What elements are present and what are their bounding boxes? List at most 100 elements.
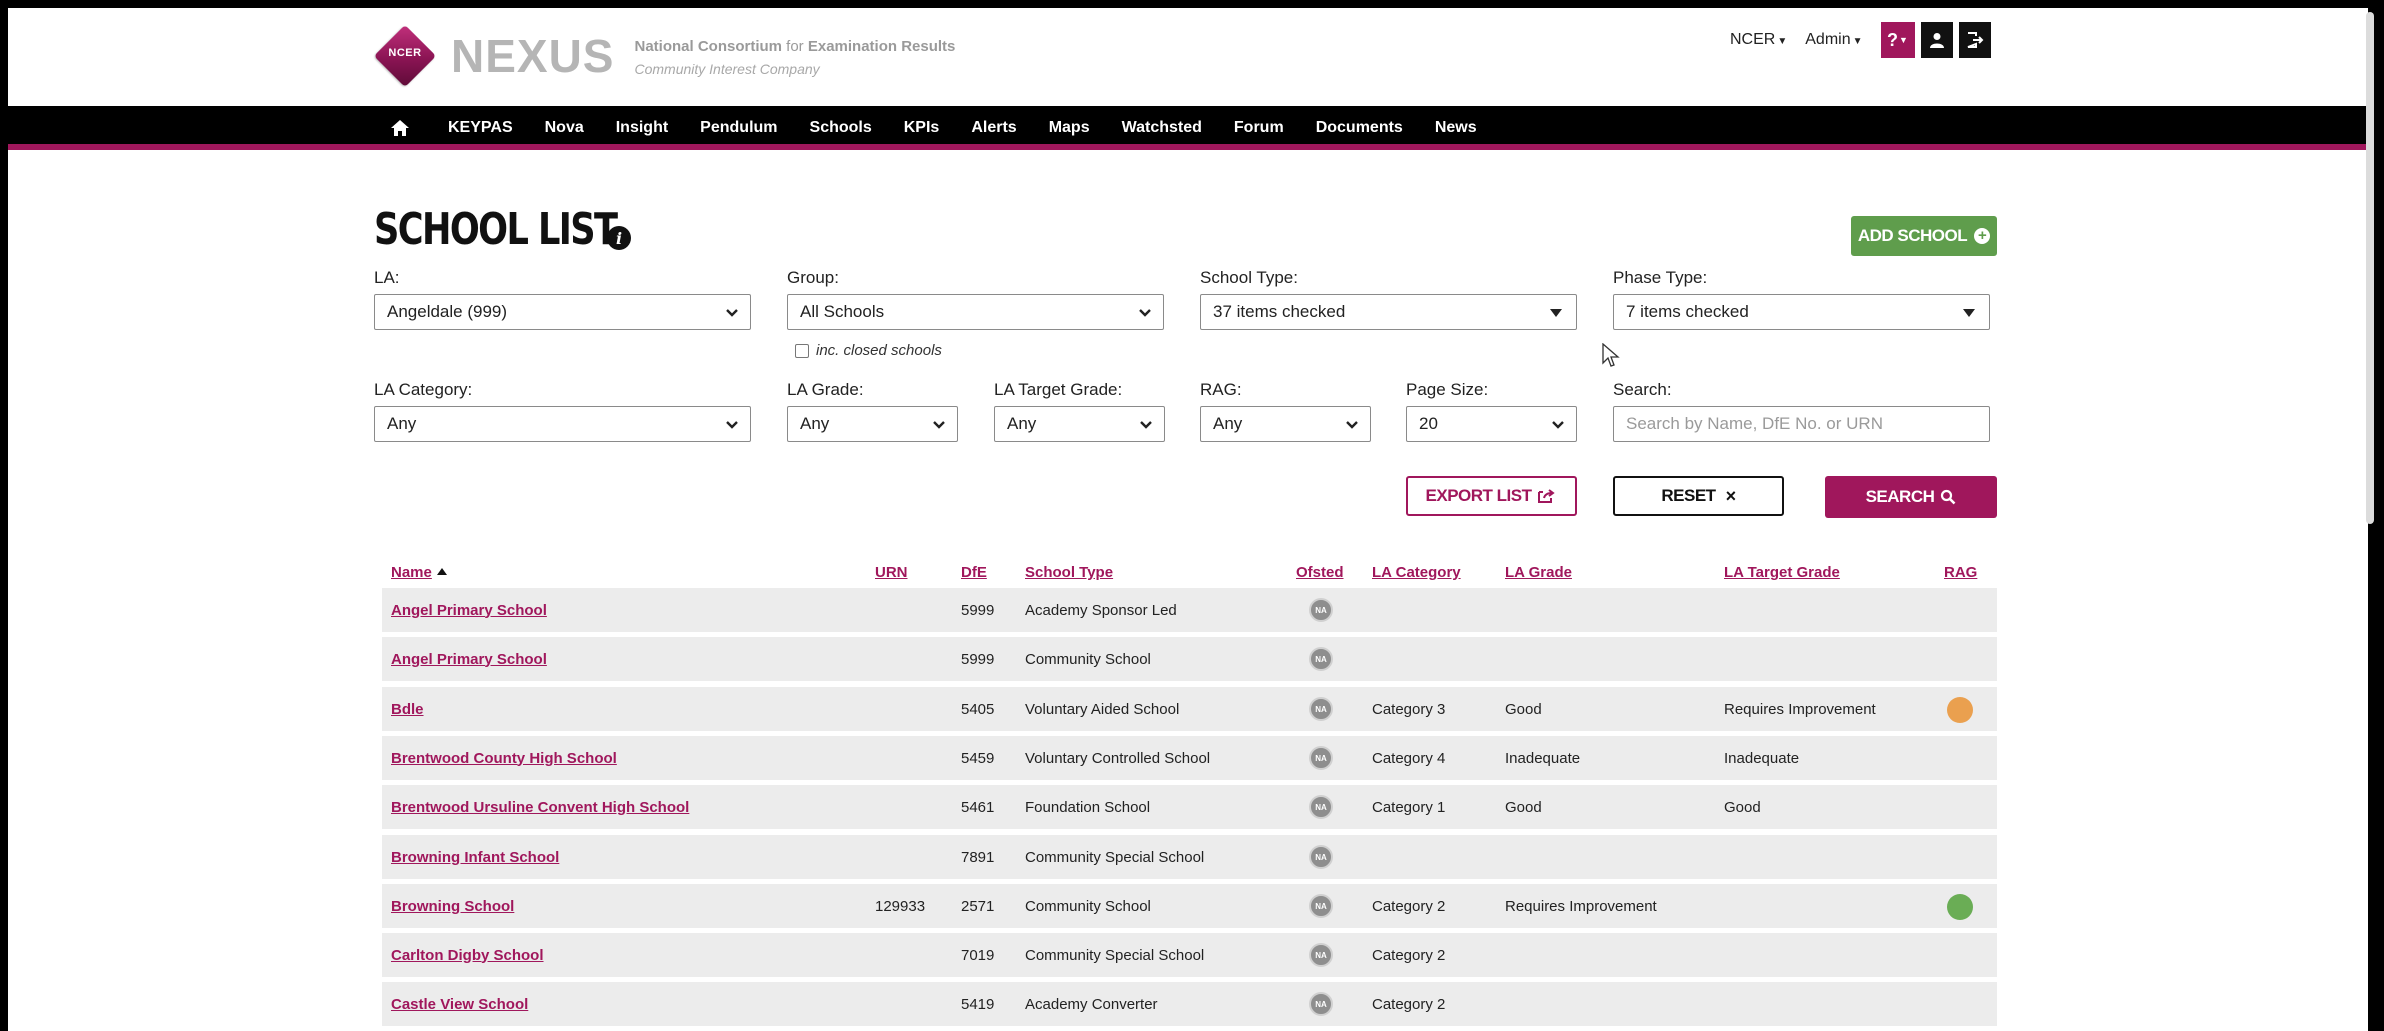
chevron-down-icon bbox=[1346, 421, 1358, 429]
nav-alerts[interactable]: Alerts bbox=[971, 106, 1016, 150]
la-category-cell: Category 1 bbox=[1372, 798, 1446, 816]
la-category-cell: Category 4 bbox=[1372, 749, 1446, 767]
search-button[interactable]: SEARCH bbox=[1825, 476, 1997, 518]
phase-type-multiselect[interactable]: 7 items checked bbox=[1613, 294, 1990, 330]
nav-news[interactable]: News bbox=[1435, 106, 1477, 150]
school-name-link[interactable]: Bdle bbox=[391, 687, 424, 731]
caret-down-icon bbox=[1550, 309, 1562, 317]
nav-pendulum[interactable]: Pendulum bbox=[700, 106, 777, 150]
nav-forum[interactable]: Forum bbox=[1234, 106, 1284, 150]
logout-button[interactable] bbox=[1958, 22, 1991, 58]
nav-documents[interactable]: Documents bbox=[1316, 106, 1403, 150]
la-category-cell: Category 3 bbox=[1372, 700, 1446, 718]
school-type-cell: Voluntary Controlled School bbox=[1025, 749, 1211, 767]
col-name[interactable]: Name bbox=[391, 564, 447, 581]
dfe-cell: 2571 bbox=[961, 897, 995, 915]
close-icon: × bbox=[1725, 485, 1737, 506]
la-category-select[interactable]: Any bbox=[374, 406, 751, 442]
school-name-link[interactable]: Browning School bbox=[391, 884, 514, 928]
search-input[interactable]: Search by Name, DfE No. or URN bbox=[1613, 406, 1990, 442]
urn-cell: 129933 bbox=[875, 897, 926, 915]
nav-kpis[interactable]: KPIs bbox=[904, 106, 940, 150]
col-la-category[interactable]: LA Category bbox=[1372, 564, 1461, 581]
inc-closed-checkbox[interactable]: inc. closed schools bbox=[795, 342, 942, 359]
ofsted-na-badge: NA bbox=[1309, 992, 1333, 1016]
col-la-grade[interactable]: LA Grade bbox=[1505, 564, 1572, 581]
school-type-multiselect[interactable]: 37 items checked bbox=[1200, 294, 1577, 330]
school-name-link[interactable]: Brentwood County High School bbox=[391, 736, 617, 780]
chevron-down-icon bbox=[726, 421, 738, 429]
nav-keypas[interactable]: KEYPAS bbox=[448, 106, 513, 150]
col-urn[interactable]: URN bbox=[875, 564, 908, 581]
info-icon[interactable]: i bbox=[607, 226, 631, 250]
table-row: Carlton Digby School 7019 Community Specia… bbox=[382, 933, 1997, 977]
school-name-link[interactable]: Castle View School bbox=[391, 982, 528, 1026]
ofsted-na-badge: NA bbox=[1309, 894, 1333, 918]
chevron-down-icon bbox=[1140, 421, 1152, 429]
table-row: Angel Primary School 5999 Academy Sponsor … bbox=[382, 588, 1997, 632]
nav-maps[interactable]: Maps bbox=[1049, 106, 1090, 150]
reset-button[interactable]: RESET × bbox=[1613, 476, 1784, 516]
la-target-grade-select[interactable]: Any bbox=[994, 406, 1165, 442]
logo[interactable]: NCER NEXUS National Consortium for Exami… bbox=[373, 24, 956, 88]
scrollbar[interactable] bbox=[2366, 12, 2374, 524]
nav-watchsted[interactable]: Watchsted bbox=[1122, 106, 1202, 150]
la-grade-cell: Inadequate bbox=[1505, 749, 1581, 767]
col-rag[interactable]: RAG bbox=[1944, 564, 1977, 581]
plus-circle-icon: + bbox=[1974, 228, 1991, 244]
la-target-grade-cell: Good bbox=[1724, 798, 1761, 816]
rag-select[interactable]: Any bbox=[1200, 406, 1371, 442]
logo-tagline: National Consortium for Examination Resu… bbox=[634, 37, 956, 77]
logo-name: NEXUS bbox=[451, 30, 615, 82]
nav-home[interactable] bbox=[390, 106, 410, 150]
school-type-cell: Community Special School bbox=[1025, 946, 1205, 964]
school-name-link[interactable]: Browning Infant School bbox=[391, 835, 559, 879]
school-name-link[interactable]: Angel Primary School bbox=[391, 588, 547, 632]
dfe-cell: 5461 bbox=[961, 798, 995, 816]
dfe-cell: 5999 bbox=[961, 601, 995, 619]
la-grade-cell: Good bbox=[1505, 798, 1542, 816]
rag-status-dot bbox=[1947, 894, 1973, 920]
school-type-label: School Type: bbox=[1200, 268, 1298, 287]
school-type-cell: Foundation School bbox=[1025, 798, 1151, 816]
la-grade-select[interactable]: Any bbox=[787, 406, 958, 442]
table-row: Brentwood County High School 5459 Voluntar… bbox=[382, 736, 1997, 780]
school-name-link[interactable]: Carlton Digby School bbox=[391, 933, 544, 977]
group-select[interactable]: All Schools bbox=[787, 294, 1164, 330]
dfe-cell: 7891 bbox=[961, 848, 995, 866]
org-menu[interactable]: NCER ▼ bbox=[1730, 31, 1787, 49]
page-size-select[interactable]: 20 bbox=[1406, 406, 1577, 442]
la-category-cell: Category 2 bbox=[1372, 946, 1446, 964]
nav-schools[interactable]: Schools bbox=[810, 106, 872, 150]
school-name-link[interactable]: Brentwood Ursuline Convent High School bbox=[391, 785, 689, 829]
col-la-target-grade[interactable]: LA Target Grade bbox=[1724, 564, 1840, 581]
chevron-down-icon bbox=[1139, 309, 1151, 317]
school-type-cell: Community School bbox=[1025, 897, 1151, 915]
col-ofsted[interactable]: Ofsted bbox=[1296, 564, 1344, 581]
chevron-down-icon bbox=[933, 421, 945, 429]
nav-insight[interactable]: Insight bbox=[616, 106, 668, 150]
caret-down-icon bbox=[1963, 309, 1975, 317]
logout-icon bbox=[1967, 32, 1983, 48]
table-row: Castle View School 5419 Academy Converter N… bbox=[382, 982, 1997, 1026]
checkbox-box[interactable] bbox=[795, 343, 809, 358]
export-list-button[interactable]: EXPORT LIST bbox=[1406, 476, 1577, 516]
col-dfe[interactable]: DfE bbox=[961, 564, 987, 581]
table-row: Angel Primary School 5999 Community School… bbox=[382, 637, 1997, 681]
table-row: Bdle 5405 Voluntary Aided School NA Category… bbox=[382, 687, 1997, 731]
la-category-label: LA Category: bbox=[374, 380, 473, 399]
page-title: SCHOOL LIST bbox=[374, 204, 618, 255]
profile-button[interactable] bbox=[1920, 22, 1953, 58]
school-type-cell: Academy Converter bbox=[1025, 995, 1158, 1013]
school-name-link[interactable]: Angel Primary School bbox=[391, 637, 547, 681]
nav-nova[interactable]: Nova bbox=[545, 106, 584, 150]
school-type-cell: Community Special School bbox=[1025, 848, 1205, 866]
user-menu[interactable]: Admin ▼ bbox=[1805, 31, 1862, 49]
col-school-type[interactable]: School Type bbox=[1025, 564, 1113, 581]
group-label: Group: bbox=[787, 268, 839, 287]
la-select[interactable]: Angeldale (999) bbox=[374, 294, 751, 330]
help-menu-button[interactable]: ? ▼ bbox=[1880, 22, 1915, 58]
app-window: NCER NEXUS National Consortium for Exami… bbox=[8, 8, 2368, 1031]
add-school-button[interactable]: ADD SCHOOL + bbox=[1851, 216, 1997, 256]
table-row: Brentwood Ursuline Convent High School 54… bbox=[382, 785, 1997, 829]
